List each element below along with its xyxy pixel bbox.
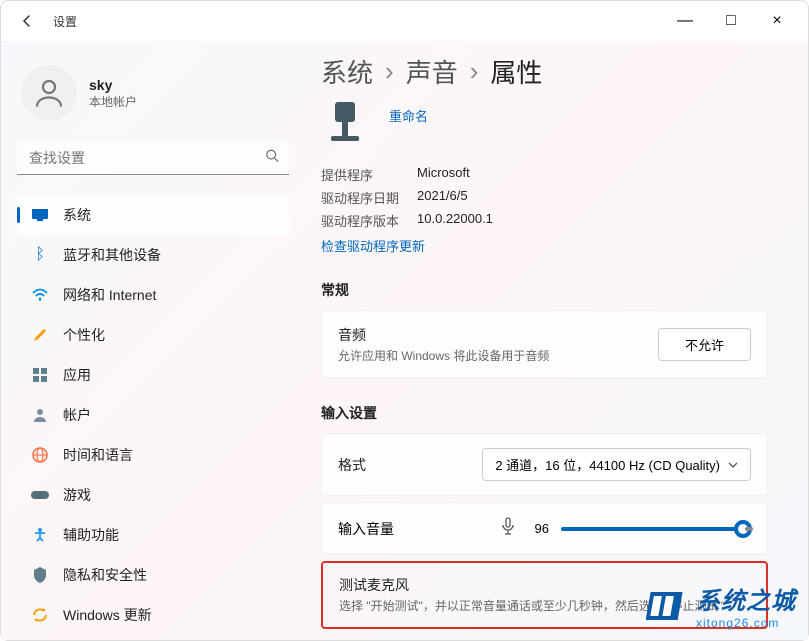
volume-title: 输入音量 [338, 519, 489, 539]
test-title: 测试麦克风 [339, 575, 750, 595]
breadcrumb: 系统 › 声音 › 属性 [321, 53, 768, 90]
nav-system[interactable]: 系统 [17, 195, 289, 235]
sidebar: sky 本地帐户 系统 ᛒ 蓝牙和其他设备 网络和 Internet [1, 41, 301, 640]
nav-label: 隐私和安全性 [63, 565, 147, 585]
chevron-down-icon [728, 462, 738, 468]
disallow-button[interactable]: 不允许 [658, 328, 751, 361]
chevron-right-icon: › [385, 56, 394, 87]
apps-icon [31, 366, 49, 384]
nav-update[interactable]: Windows 更新 [17, 595, 289, 624]
crumb-sound[interactable]: 声音 [406, 53, 458, 90]
nav-label: 应用 [63, 365, 91, 385]
back-button[interactable] [9, 3, 45, 39]
rename-link[interactable]: 重命名 [389, 106, 428, 125]
test-sub: 选择 "开始测试"，并以正常音量通话或至少几秒钟，然后选择 "停止测试" [339, 597, 750, 615]
minimize-button[interactable]: — [662, 5, 708, 37]
nav-accessibility[interactable]: 辅助功能 [17, 515, 289, 555]
brush-icon [31, 326, 49, 344]
nav-label: 系统 [63, 205, 91, 225]
nav-privacy[interactable]: 隐私和安全性 [17, 555, 289, 595]
gamepad-icon [31, 486, 49, 504]
audio-card: 音频 允许应用和 Windows 将此设备用于音频 不允许 [321, 310, 768, 379]
nav-time[interactable]: 时间和语言 [17, 435, 289, 475]
globe-icon [31, 446, 49, 464]
device-icon [321, 102, 369, 151]
arrow-left-icon [19, 13, 35, 29]
user-block[interactable]: sky 本地帐户 [21, 65, 285, 121]
section-input: 输入设置 [321, 403, 768, 423]
search-icon [265, 149, 279, 168]
volume-value: 96 [527, 521, 549, 536]
format-dropdown[interactable]: 2 通道，16 位，44100 Hz (CD Quality) [482, 448, 751, 481]
titlebar: 设置 — □ × [1, 1, 808, 41]
volume-slider[interactable] [561, 527, 751, 531]
microphone-icon[interactable] [501, 517, 515, 540]
nav-bluetooth[interactable]: ᛒ 蓝牙和其他设备 [17, 235, 289, 275]
nav-label: 游戏 [63, 485, 91, 505]
info-key: 提供程序 [321, 165, 401, 184]
app-title: 设置 [53, 13, 77, 30]
info-value: Microsoft [417, 165, 470, 184]
nav-label: 帐户 [63, 405, 91, 425]
maximize-button[interactable]: □ [708, 5, 754, 37]
nav-label: 蓝牙和其他设备 [63, 245, 161, 265]
volume-card: 输入音量 96 [321, 502, 768, 555]
crumb-system[interactable]: 系统 [321, 53, 373, 90]
nav-accounts[interactable]: 帐户 [17, 395, 289, 435]
info-value: 2021/6/5 [417, 188, 468, 207]
nav-personalization[interactable]: 个性化 [17, 315, 289, 355]
main-content: 系统 › 声音 › 属性 重命名 提供程序 Microsoft 驱动程序日期 202… [301, 41, 808, 640]
update-icon [31, 606, 49, 624]
format-value: 2 通道，16 位，44100 Hz (CD Quality) [495, 455, 720, 474]
nav-label: 网络和 Internet [63, 285, 156, 305]
device-info: 提供程序 Microsoft 驱动程序日期 2021/6/5 驱动程序版本 10.0.… [321, 163, 768, 232]
close-button[interactable]: × [754, 5, 800, 37]
audio-title: 音频 [338, 325, 658, 345]
search-box [17, 141, 289, 175]
check-driver-link[interactable]: 检查驱动程序更新 [321, 236, 425, 255]
avatar [21, 65, 77, 121]
test-mic-card: 测试麦克风 选择 "开始测试"，并以正常音量通话或至少几秒钟，然后选择 "停止测… [321, 561, 768, 629]
accessibility-icon [31, 526, 49, 544]
person-icon [31, 75, 67, 111]
nav-label: 时间和语言 [63, 445, 133, 465]
format-card: 格式 2 通道，16 位，44100 Hz (CD Quality) [321, 433, 768, 496]
account-type: 本地帐户 [89, 93, 137, 110]
nav-label: 辅助功能 [63, 525, 119, 545]
crumb-properties: 属性 [490, 53, 542, 90]
window-controls: — □ × [662, 5, 800, 37]
nav-network[interactable]: 网络和 Internet [17, 275, 289, 315]
search-input[interactable] [17, 141, 289, 175]
system-icon [31, 206, 49, 224]
nav-apps[interactable]: 应用 [17, 355, 289, 395]
nav-label: Windows 更新 [63, 605, 152, 624]
nav-list: 系统 ᛒ 蓝牙和其他设备 网络和 Internet 个性化 应用 帐户 [17, 195, 289, 624]
format-title: 格式 [338, 455, 482, 475]
nav-label: 个性化 [63, 325, 105, 345]
audio-sub: 允许应用和 Windows 将此设备用于音频 [338, 347, 658, 364]
account-icon [31, 406, 49, 424]
microphone-stand-icon [325, 102, 365, 146]
section-general: 常规 [321, 280, 768, 300]
shield-icon [31, 566, 49, 584]
info-key: 驱动程序日期 [321, 188, 401, 207]
chevron-right-icon: › [470, 56, 479, 87]
user-name: sky [89, 77, 137, 93]
info-value: 10.0.22000.1 [417, 211, 493, 230]
info-key: 驱动程序版本 [321, 211, 401, 230]
bluetooth-icon: ᛒ [31, 246, 49, 264]
slider-thumb[interactable] [734, 520, 752, 538]
wifi-icon [31, 286, 49, 304]
nav-gaming[interactable]: 游戏 [17, 475, 289, 515]
